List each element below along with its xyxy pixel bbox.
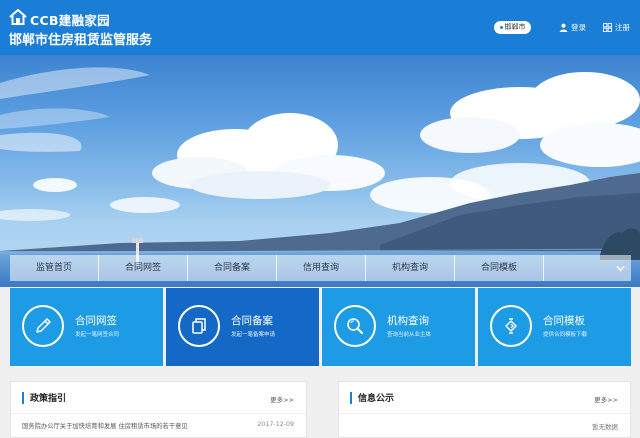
tile-title: 合同备案 xyxy=(231,315,273,327)
hero-banner xyxy=(0,55,640,287)
news-item[interactable]: 国务院办公厅关于加快培育和发展 住房租赁市场的若干意见 2017-12-09 xyxy=(22,421,294,433)
house-logo-icon xyxy=(9,9,27,25)
tile-icon-ring xyxy=(490,305,532,347)
info-more-link[interactable]: 更多>> xyxy=(594,394,618,404)
tile-subtitle: 提供合同模板下载 xyxy=(543,332,588,338)
tile-icon-ring xyxy=(178,305,220,347)
city-label: 邯郸市 xyxy=(504,23,526,31)
brand-name: CCB建融家园 xyxy=(30,13,110,28)
register-label: 注册 xyxy=(615,23,630,32)
policy-more-link[interactable]: 更多>> xyxy=(270,394,294,404)
tile-institution-query[interactable]: 机构查询 查询当前从业主体 xyxy=(322,288,475,366)
tile-subtitle: 查询当前从业主体 xyxy=(387,332,432,338)
nav-contract-filing[interactable]: 合同备案 xyxy=(188,255,277,281)
copy-document-icon xyxy=(192,318,206,334)
site-subtitle: 邯郸市住房租赁监管服务 xyxy=(9,33,153,48)
tile-title: 机构查询 xyxy=(387,315,429,327)
grid-icon xyxy=(603,23,612,32)
tile-title: 合同模板 xyxy=(543,315,585,327)
location-dot-icon xyxy=(499,25,503,29)
tile-title: 合同网签 xyxy=(75,315,117,327)
policy-title: 政策指引 xyxy=(30,394,67,404)
tile-subtitle: 发起一笔备案申请 xyxy=(231,332,276,338)
feature-tiles: 合同网签 发起一笔网签合同 合同备案 发起一笔备案申请 机构查询 查询当前从业主… xyxy=(10,288,631,366)
register-link[interactable]: 注册 xyxy=(603,22,630,33)
panel-accent-bar xyxy=(350,392,352,404)
login-link[interactable]: 登录 xyxy=(559,22,586,33)
nav-home[interactable]: 监管首页 xyxy=(10,255,99,281)
tile-icon-ring xyxy=(334,305,376,347)
news-title: 国务院办公厅关于加快培育和发展 住房租赁市场的若干意见 xyxy=(22,423,188,430)
nav-credit-query[interactable]: 信用查询 xyxy=(277,255,366,281)
news-date: 2017-12-09 xyxy=(257,421,294,428)
landscape-illustration xyxy=(0,67,640,287)
nav-contract-template[interactable]: 合同模板 xyxy=(455,255,544,281)
panel-header: 政策指引 更多>> xyxy=(11,382,306,414)
chevron-down-icon xyxy=(616,265,625,271)
panel-header: 信息公示 更多>> xyxy=(339,382,630,414)
info-panel: 信息公示 更多>> 暂无数据 xyxy=(338,381,631,438)
tile-icon-ring xyxy=(22,305,64,347)
tile-contract-filing[interactable]: 合同备案 发起一笔备案申请 xyxy=(166,288,319,366)
nav-expand-toggle[interactable] xyxy=(544,255,631,281)
panel-accent-bar xyxy=(22,392,24,404)
main-navigation: 监管首页 合同网签 合同备案 信用查询 机构查询 合同模板 xyxy=(10,255,631,281)
nav-institution-query[interactable]: 机构查询 xyxy=(366,255,455,281)
user-icon xyxy=(559,23,568,32)
empty-state: 暂无数据 xyxy=(592,423,618,431)
city-selector[interactable]: 邯郸市 xyxy=(494,21,531,34)
login-label: 登录 xyxy=(571,23,586,32)
tile-contract-template[interactable]: 合同模板 提供合同模板下载 xyxy=(478,288,631,366)
policy-panel: 政策指引 更多>> 国务院办公厅关于加快培育和发展 住房租赁市场的若干意见 20… xyxy=(10,381,307,438)
pen-icon xyxy=(36,318,51,333)
tile-online-signing[interactable]: 合同网签 发起一笔网签合同 xyxy=(10,288,163,366)
tile-subtitle: 发起一笔网签合同 xyxy=(75,332,120,338)
info-title: 信息公示 xyxy=(358,394,395,404)
template-icon xyxy=(505,318,517,334)
nav-online-signing[interactable]: 合同网签 xyxy=(99,255,188,281)
site-header: CCB建融家园 邯郸市住房租赁监管服务 邯郸市 登录 注册 xyxy=(0,0,640,55)
magnifier-icon xyxy=(347,318,363,334)
site-logo[interactable]: CCB建融家园 邯郸市住房租赁监管服务 xyxy=(9,7,169,49)
